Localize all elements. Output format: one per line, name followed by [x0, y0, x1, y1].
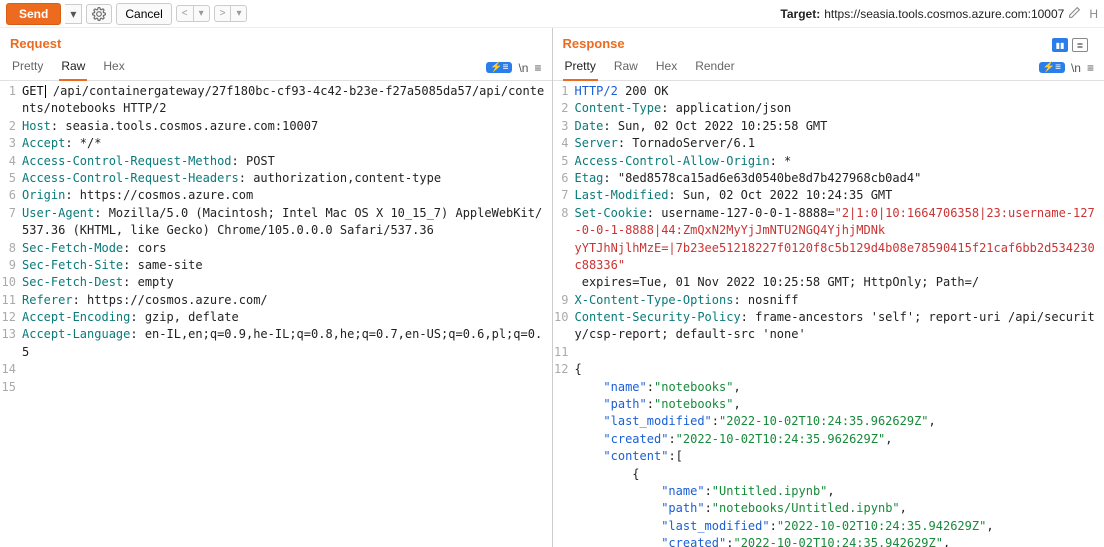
- layout-split-button[interactable]: ▮▮: [1052, 38, 1068, 52]
- history-back-dropdown[interactable]: ▾: [194, 5, 210, 22]
- tab-response-pretty[interactable]: Pretty: [563, 55, 598, 81]
- newline-toggle[interactable]: \n: [518, 61, 528, 75]
- send-dropdown[interactable]: ▾: [65, 4, 82, 24]
- response-tabs: Pretty Raw Hex Render ⚡≡ \n ≡: [553, 55, 1104, 81]
- top-toolbar: Send ▾ Cancel < ▾ > ▾ Target: https://se…: [0, 0, 1104, 28]
- history-back-button[interactable]: <: [176, 5, 194, 22]
- pencil-icon: [1068, 6, 1081, 19]
- history-forward-dropdown[interactable]: ▾: [231, 5, 247, 22]
- history-forward-group: > ▾: [214, 5, 248, 22]
- target-display: Target: https://seasia.tools.cosmos.azur…: [780, 6, 1098, 22]
- tab-request-pretty[interactable]: Pretty: [10, 55, 45, 81]
- tab-request-raw[interactable]: Raw: [59, 55, 87, 81]
- tab-response-render[interactable]: Render: [693, 55, 736, 81]
- response-pane: Response ▮▮ ≣ Pretty Raw Hex Render ⚡≡ \…: [553, 28, 1104, 547]
- tab-response-raw[interactable]: Raw: [612, 55, 640, 81]
- cancel-button[interactable]: Cancel: [116, 3, 171, 25]
- edit-target-button[interactable]: [1068, 6, 1081, 22]
- request-editor[interactable]: 1GET /api/containergateway/27f180bc-cf93…: [0, 81, 552, 547]
- layout-buttons: ▮▮ ≣: [1052, 38, 1088, 52]
- gear-icon: [92, 7, 106, 21]
- request-title: Request: [10, 36, 542, 51]
- settings-button[interactable]: [86, 4, 112, 24]
- main-panes: Request Pretty Raw Hex ⚡≡ \n ≡ 1GET /api…: [0, 28, 1104, 547]
- target-label: Target:: [780, 7, 820, 21]
- history-back-group: < ▾: [176, 5, 210, 22]
- history-forward-button[interactable]: >: [214, 5, 232, 22]
- menu-icon[interactable]: ≡: [534, 61, 541, 75]
- layout-stack-button[interactable]: ≣: [1072, 38, 1088, 52]
- target-value: https://seasia.tools.cosmos.azure.com:10…: [824, 7, 1064, 21]
- tab-request-hex[interactable]: Hex: [101, 55, 126, 81]
- response-menu-icon[interactable]: ≡: [1087, 61, 1094, 75]
- tab-response-hex[interactable]: Hex: [654, 55, 679, 81]
- request-pane: Request Pretty Raw Hex ⚡≡ \n ≡ 1GET /api…: [0, 28, 553, 547]
- actions-chip[interactable]: ⚡≡: [486, 62, 512, 73]
- request-tabs: Pretty Raw Hex ⚡≡ \n ≡: [0, 55, 552, 81]
- response-actions-chip[interactable]: ⚡≡: [1039, 62, 1065, 73]
- response-editor[interactable]: 1HTTP/2 200 OK2Content-Type: application…: [553, 81, 1104, 547]
- response-newline-toggle[interactable]: \n: [1071, 61, 1081, 75]
- send-button[interactable]: Send: [6, 3, 61, 25]
- http-version-label: H: [1089, 7, 1098, 21]
- response-title: Response: [563, 36, 625, 51]
